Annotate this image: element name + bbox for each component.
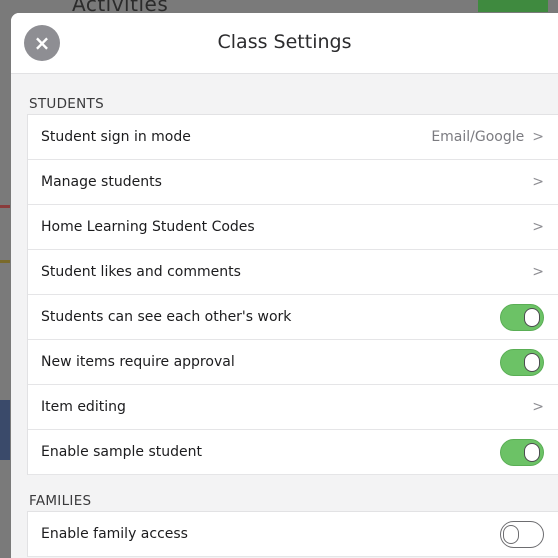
row-label: Enable sample student [41,444,203,460]
chevron-right-icon: > [532,399,544,415]
background-green-button [478,0,548,12]
student-likes-and-comments-row[interactable]: Student likes and comments > [28,250,558,295]
row-label: Student likes and comments [41,264,241,280]
row-label: Enable family access [41,526,188,542]
row-label: Item editing [41,399,126,415]
toggle-knob [503,524,519,544]
row-label: New items require approval [41,354,235,370]
new-items-require-approval-row: New items require approval [28,340,558,385]
modal-title: Class Settings [217,31,352,53]
background-stripe [0,205,10,208]
row-label: Student sign in mode [41,129,191,145]
families-settings-group: Enable family access [27,511,558,557]
sign-in-mode-value: Email/Google [431,129,525,145]
chevron-right-icon: > [532,174,544,190]
background-stripe [0,400,10,460]
row-label: Home Learning Student Codes [41,219,255,235]
manage-students-row[interactable]: Manage students > [28,160,558,205]
row-label: Students can see each other's work [41,309,292,325]
toggle-knob [524,307,540,327]
modal-header: × Class Settings [11,13,558,74]
enable-sample-student-row: Enable sample student [28,430,558,475]
students-settings-group: Student sign in mode Email/Google > Mana… [27,114,558,475]
chevron-right-icon: > [532,264,544,280]
class-settings-modal: × Class Settings STUDENTS Student sign i… [11,13,558,558]
chevron-right-icon: > [532,129,544,145]
family-access-toggle[interactable] [500,520,544,548]
section-header-families: FAMILIES [29,493,92,509]
toggle-knob [524,442,540,462]
chevron-right-icon: > [532,219,544,235]
row-label: Manage students [41,174,162,190]
background-stripe [0,260,10,263]
require-approval-toggle[interactable] [500,348,544,376]
students-see-work-toggle[interactable] [500,303,544,331]
student-sign-in-mode-row[interactable]: Student sign in mode Email/Google > [28,115,558,160]
enable-family-access-row: Enable family access [28,512,558,557]
item-editing-row[interactable]: Item editing > [28,385,558,430]
sample-student-toggle[interactable] [500,438,544,466]
section-header-students: STUDENTS [29,96,104,112]
home-learning-student-codes-row[interactable]: Home Learning Student Codes > [28,205,558,250]
toggle-knob [524,352,540,372]
students-see-each-others-work-row: Students can see each other's work [28,295,558,340]
